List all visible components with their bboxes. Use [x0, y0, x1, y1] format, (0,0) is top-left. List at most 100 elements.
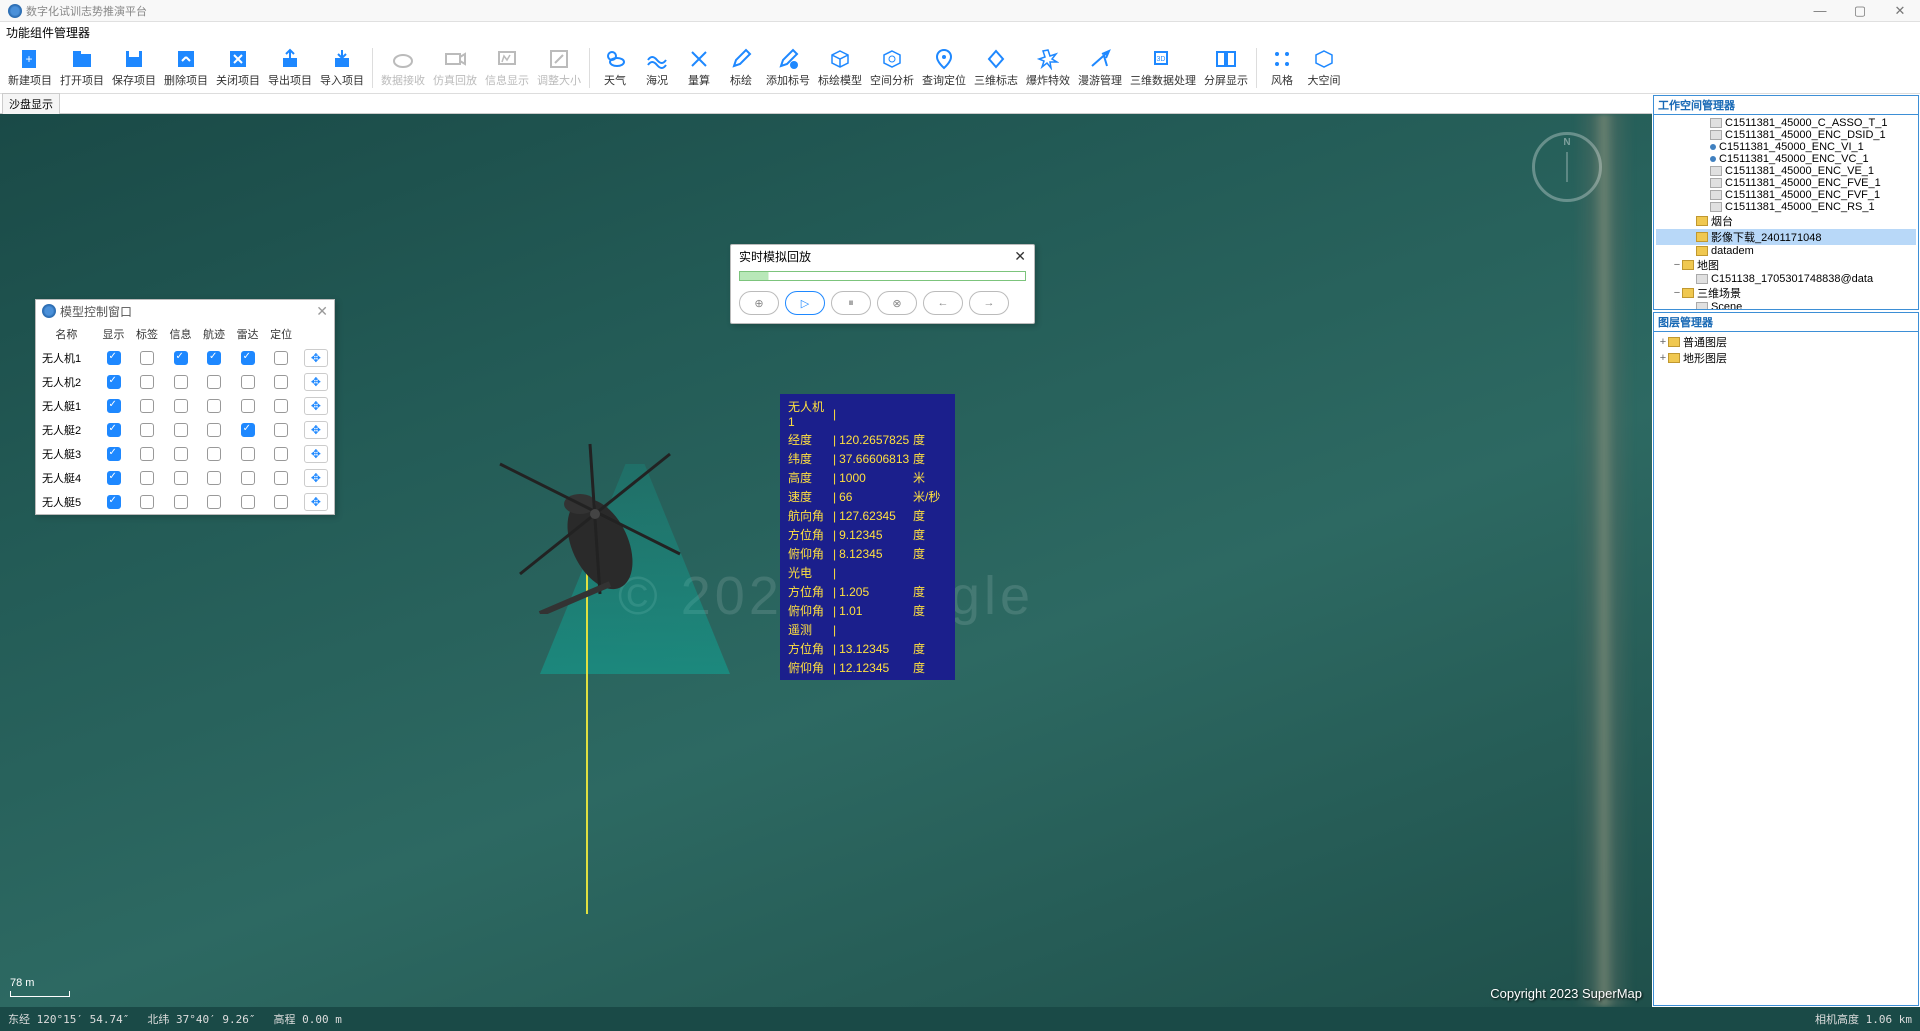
checkbox[interactable]: [274, 423, 288, 437]
toolbar-space[interactable]: 大空间: [1303, 44, 1345, 92]
locate-button[interactable]: ✥: [304, 469, 328, 487]
checkbox[interactable]: [107, 447, 121, 461]
checkbox[interactable]: [174, 471, 188, 485]
checkbox[interactable]: [140, 423, 154, 437]
checkbox[interactable]: [274, 495, 288, 509]
toolbar-file-plus[interactable]: +新建项目: [4, 44, 56, 92]
toolbar-split[interactable]: 分屏显示: [1200, 44, 1252, 92]
tree-item[interactable]: C1511381_45000_ENC_FVE_1: [1656, 177, 1916, 189]
checkbox[interactable]: [241, 375, 255, 389]
checkbox[interactable]: [274, 447, 288, 461]
checkbox[interactable]: [207, 399, 221, 413]
checkbox[interactable]: [241, 471, 255, 485]
toolbar-close-box[interactable]: 关闭项目: [212, 44, 264, 92]
checkbox[interactable]: [107, 351, 121, 365]
toolbar-edit[interactable]: 标绘: [720, 44, 762, 92]
playback-prev-button[interactable]: ←: [923, 291, 963, 315]
playback-play-button[interactable]: ▷: [785, 291, 825, 315]
checkbox[interactable]: [140, 495, 154, 509]
tree-item[interactable]: C1511381_45000_ENC_VE_1: [1656, 165, 1916, 177]
checkbox[interactable]: [274, 351, 288, 365]
toolbar-save[interactable]: 保存项目: [108, 44, 160, 92]
checkbox[interactable]: [207, 495, 221, 509]
tree-item[interactable]: C1511381_45000_C_ASSO_T_1: [1656, 117, 1916, 129]
checkbox[interactable]: [140, 447, 154, 461]
toolbar-pin[interactable]: 查询定位: [918, 44, 970, 92]
checkbox[interactable]: [274, 471, 288, 485]
toolbar-export[interactable]: 导出项目: [264, 44, 316, 92]
checkbox[interactable]: [207, 375, 221, 389]
checkbox[interactable]: [241, 495, 255, 509]
playback-window[interactable]: 实时模拟回放 ✕ ⊕ ▷ ⏸ ⊗ ← →: [730, 244, 1035, 324]
tree-item[interactable]: datadem: [1656, 245, 1916, 257]
toolbar-weather[interactable]: 天气: [594, 44, 636, 92]
checkbox[interactable]: [174, 495, 188, 509]
checkbox[interactable]: [107, 423, 121, 437]
locate-button[interactable]: ✥: [304, 493, 328, 511]
tree-item[interactable]: C1511381_45000_ENC_VC_1: [1656, 153, 1916, 165]
tree-item[interactable]: C1511381_45000_ENC_FVF_1: [1656, 189, 1916, 201]
locate-button[interactable]: ✥: [304, 349, 328, 367]
toolbar-wave[interactable]: 海况: [636, 44, 678, 92]
viewport-3d[interactable]: © 2024 Google N 模型控制窗口 ✕: [0, 114, 1652, 1007]
toolbar-cube[interactable]: 标绘模型: [814, 44, 866, 92]
toolbar-import[interactable]: 导入项目: [316, 44, 368, 92]
locate-button[interactable]: ✥: [304, 421, 328, 439]
checkbox[interactable]: [140, 351, 154, 365]
toolbar-ruler[interactable]: 量算: [678, 44, 720, 92]
tab-sandtable[interactable]: 沙盘显示: [2, 93, 60, 114]
tree-item[interactable]: C151138_1705301748838@data: [1656, 273, 1916, 285]
playback-stop-button[interactable]: ⊗: [877, 291, 917, 315]
toolbar-sign3d[interactable]: 三维标志: [970, 44, 1022, 92]
toolbar-blast[interactable]: 爆炸特效: [1022, 44, 1074, 92]
tree-item[interactable]: −三维场景: [1656, 285, 1916, 301]
toolbar-marker-add[interactable]: 添加标号: [762, 44, 814, 92]
locate-button[interactable]: ✥: [304, 373, 328, 391]
layer-tree[interactable]: +普通图层+地形图层: [1654, 332, 1918, 1005]
toolbar-style[interactable]: 风格: [1261, 44, 1303, 92]
menu-item[interactable]: 功能组件管理器: [6, 24, 90, 41]
workspace-tree[interactable]: C1511381_45000_C_ASSO_T_1C1511381_45000_…: [1654, 115, 1918, 309]
playback-progress[interactable]: [739, 271, 1026, 281]
checkbox[interactable]: [174, 375, 188, 389]
checkbox[interactable]: [107, 399, 121, 413]
toolbar-folder[interactable]: 打开项目: [56, 44, 108, 92]
compass-widget[interactable]: N: [1532, 132, 1602, 202]
playback-pause-button[interactable]: ⏸: [831, 291, 871, 315]
checkbox[interactable]: [207, 351, 221, 365]
playback-next-button[interactable]: →: [969, 291, 1009, 315]
close-button[interactable]: ✕: [1880, 0, 1920, 22]
playback-add-button[interactable]: ⊕: [739, 291, 779, 315]
checkbox[interactable]: [207, 423, 221, 437]
helicopter-model[interactable]: [480, 434, 700, 614]
checkbox[interactable]: [207, 471, 221, 485]
tree-item[interactable]: Scene: [1656, 301, 1916, 309]
toolbar-delete[interactable]: 删除项目: [160, 44, 212, 92]
tree-item[interactable]: +地形图层: [1656, 350, 1916, 366]
tree-item[interactable]: 烟台: [1656, 213, 1916, 229]
minimize-button[interactable]: —: [1800, 0, 1840, 22]
locate-button[interactable]: ✥: [304, 445, 328, 463]
checkbox[interactable]: [174, 351, 188, 365]
checkbox[interactable]: [241, 399, 255, 413]
toolbar-cube3d[interactable]: 空间分析: [866, 44, 918, 92]
checkbox[interactable]: [140, 399, 154, 413]
checkbox[interactable]: [241, 447, 255, 461]
checkbox[interactable]: [241, 351, 255, 365]
tree-item[interactable]: C1511381_45000_ENC_DSID_1: [1656, 129, 1916, 141]
toolbar-data3d[interactable]: 3D三维数据处理: [1126, 44, 1200, 92]
toolbar-resize[interactable]: 调整大小: [533, 44, 585, 92]
toolbar-monitor[interactable]: 信息显示: [481, 44, 533, 92]
checkbox[interactable]: [274, 399, 288, 413]
toolbar-plane[interactable]: 漫游管理: [1074, 44, 1126, 92]
close-icon[interactable]: ✕: [1014, 248, 1026, 265]
maximize-button[interactable]: ▢: [1840, 0, 1880, 22]
toolbar-camera[interactable]: 仿真回放: [429, 44, 481, 92]
checkbox[interactable]: [140, 375, 154, 389]
close-icon[interactable]: ✕: [316, 303, 328, 320]
checkbox[interactable]: [174, 399, 188, 413]
locate-button[interactable]: ✥: [304, 397, 328, 415]
tree-item[interactable]: C1511381_45000_ENC_VI_1: [1656, 141, 1916, 153]
checkbox[interactable]: [140, 471, 154, 485]
tree-item[interactable]: C1511381_45000_ENC_RS_1: [1656, 201, 1916, 213]
